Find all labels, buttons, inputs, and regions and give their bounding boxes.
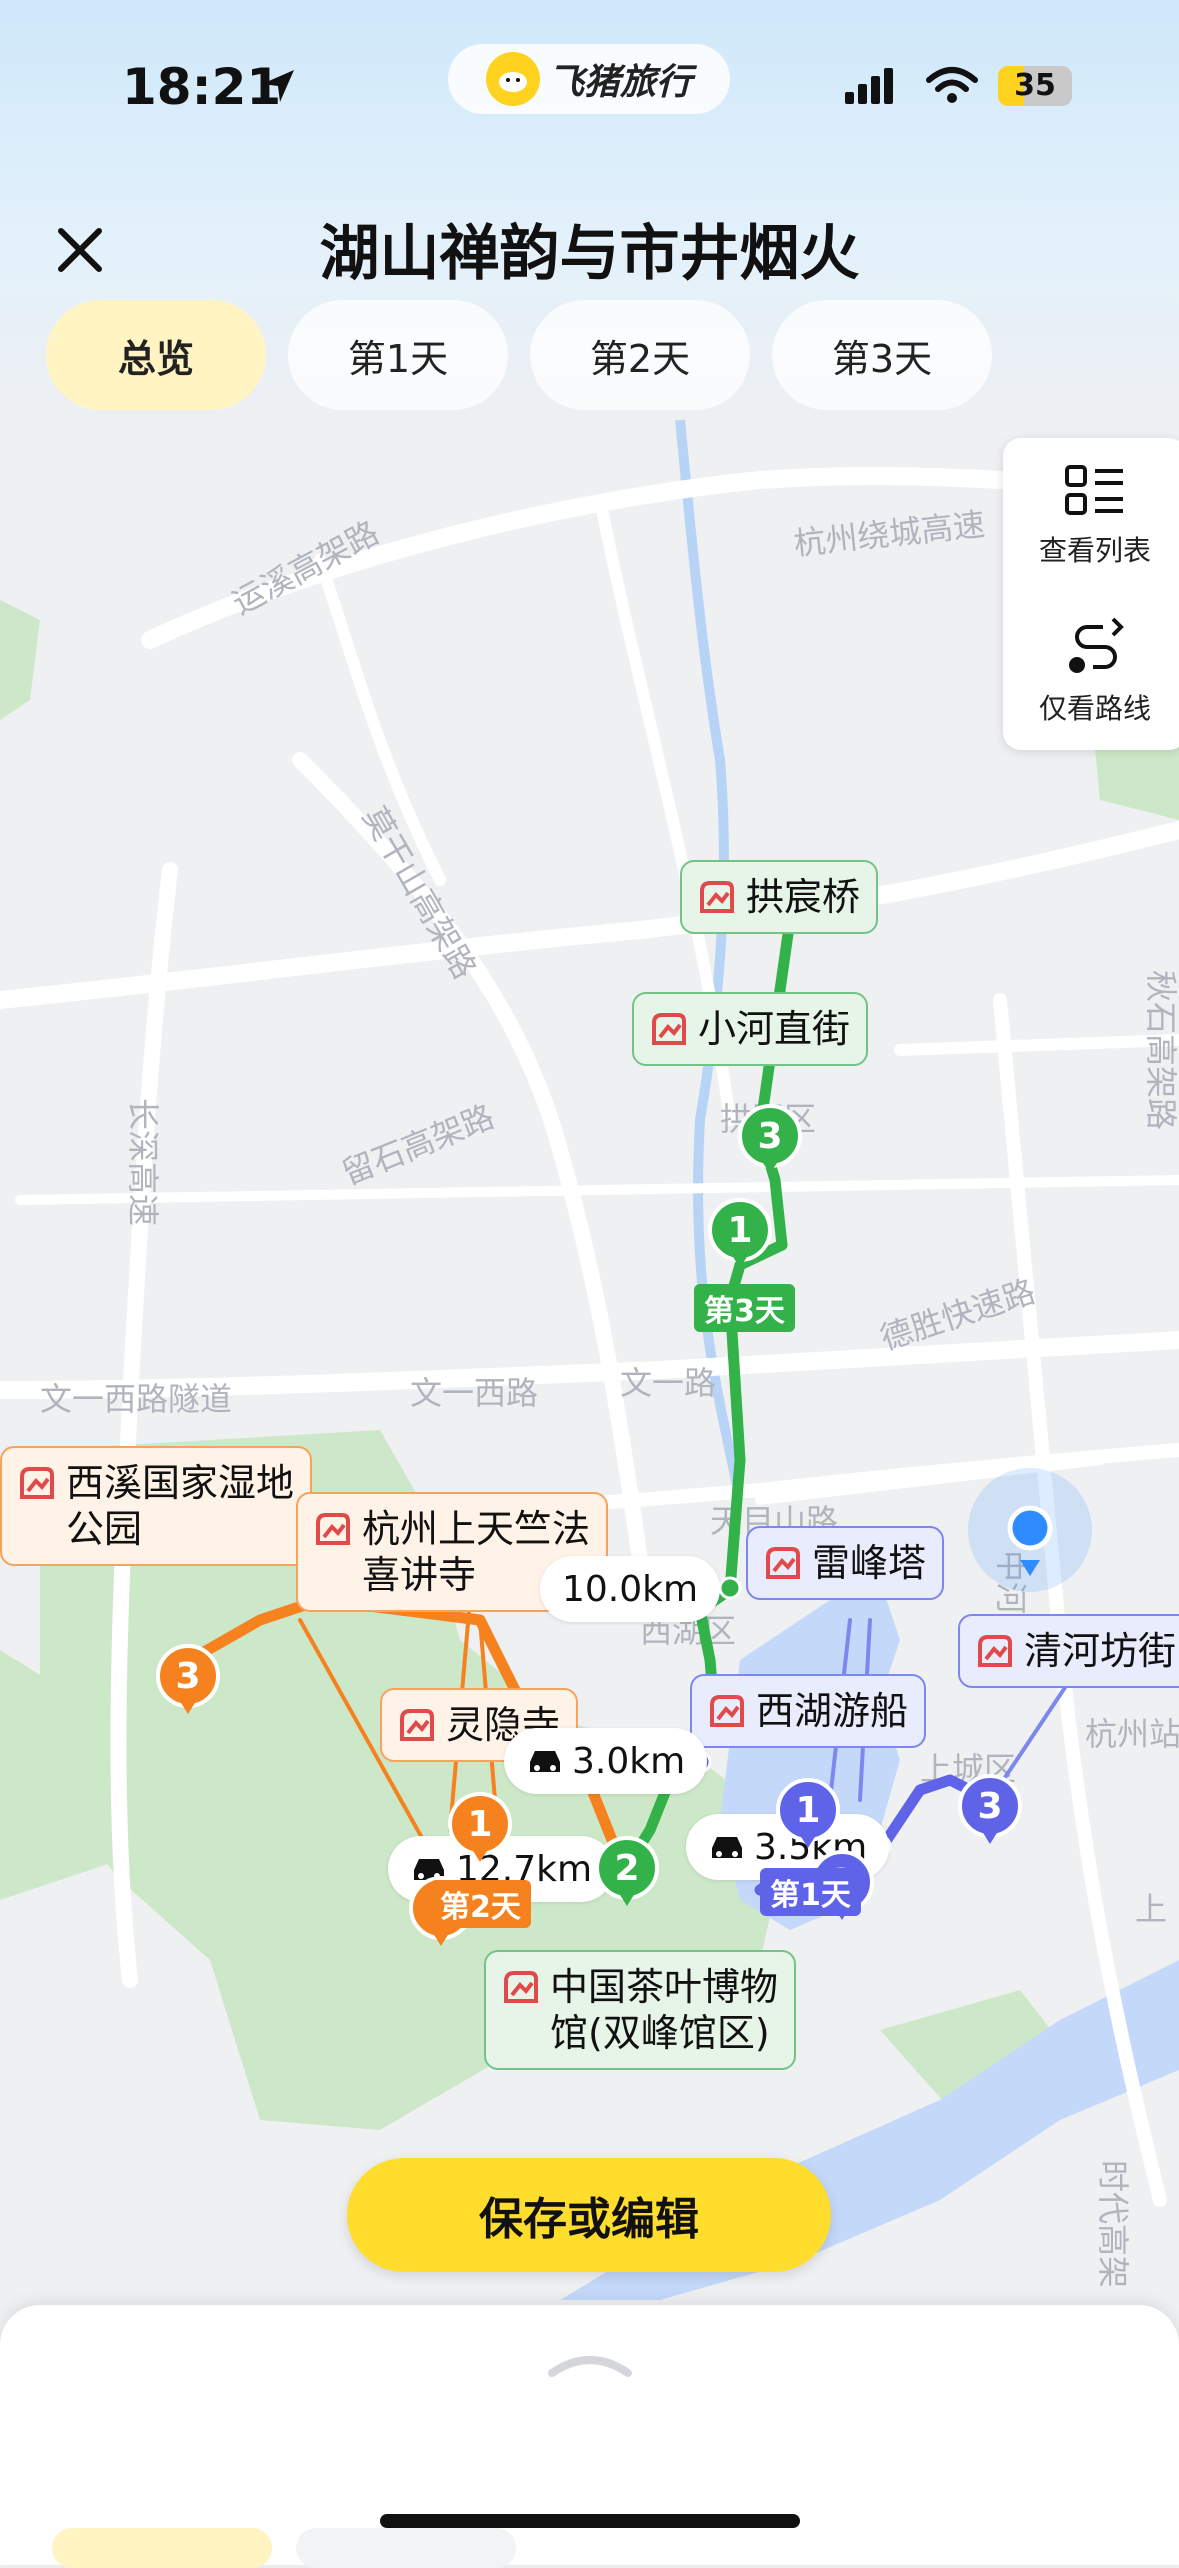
day-tabs: 总览 第1天 第2天 第3天 <box>46 300 992 410</box>
sheet-chip <box>296 2528 516 2568</box>
map-label-road5: 长深高速 <box>125 1098 161 1226</box>
route-only-button[interactable]: 仅看路线 <box>1003 594 1179 750</box>
map-label-road12: 秋石高架路 <box>1143 970 1179 1130</box>
scenic-spot-icon <box>766 1547 800 1579</box>
map-label-road9: 文一路 <box>620 1365 716 1401</box>
distance-badge: 10.0km <box>540 1556 721 1622</box>
brand-name: 飞猪旅行 <box>547 62 692 103</box>
tab-day-2[interactable]: 第2天 <box>530 300 750 410</box>
scenic-spot-icon <box>20 1467 54 1499</box>
tab-day-1[interactable]: 第1天 <box>288 300 508 410</box>
car-icon <box>712 1837 742 1858</box>
stop-marker-day1-3[interactable]: 3 <box>958 1774 1022 1852</box>
list-icon <box>1065 465 1123 515</box>
map-label-road2: 杭州绕城高速 <box>792 506 987 562</box>
tab-overview[interactable]: 总览 <box>46 300 266 410</box>
poi-label: 小河直街 <box>698 1007 851 1051</box>
day-tag-day2: 第2天 <box>430 1880 531 1928</box>
route-icon <box>1069 617 1124 673</box>
location-dot <box>1007 1505 1053 1551</box>
view-list-label: 查看列表 <box>1038 534 1151 567</box>
park-area-4 <box>0 600 40 720</box>
stop-marker-day1-1[interactable]: 1 <box>776 1778 840 1856</box>
view-list-button[interactable]: 查看列表 <box>1003 438 1179 594</box>
poi-label: 清河坊街 <box>1024 1629 1177 1673</box>
map-label-road7: 文一西路隧道 <box>40 1381 232 1417</box>
route-only-label: 仅看路线 <box>1038 692 1151 725</box>
poi-label: 拱宸桥 <box>746 875 861 919</box>
stop-marker-day2-1[interactable]: 1 <box>448 1792 512 1870</box>
poi-label: 西湖游船 <box>756 1689 909 1733</box>
poi-xihu-boat[interactable]: 西湖游船 <box>690 1674 927 1748</box>
distance-text: 10.0km <box>562 1568 699 1610</box>
stop-marker-day3-2[interactable]: 2 <box>595 1836 659 1914</box>
brand-pill: 飞猪旅行 <box>448 44 730 114</box>
car-icon <box>530 1751 560 1772</box>
wifi-icon <box>926 67 978 103</box>
poi-xixi-wetland[interactable]: 西溪国家湿地 公园 <box>0 1446 313 1566</box>
day-tag-day1: 第1天 <box>760 1868 861 1916</box>
poi-tea-museum[interactable]: 中国茶叶博物 馆(双峰馆区) <box>484 1950 797 2070</box>
fliggy-logo-icon <box>485 52 540 106</box>
map-label-road14: 上 <box>1135 1891 1167 1927</box>
save-or-edit-button[interactable]: 保存或编辑 <box>347 2158 831 2272</box>
distance-text: 3.0km <box>572 1740 686 1782</box>
battery-indicator: 35 <box>998 66 1072 106</box>
battery-percent: 35 <box>1014 68 1056 103</box>
poi-gongchenqiao[interactable]: 拱宸桥 <box>680 860 879 934</box>
home-indicator <box>380 2514 800 2528</box>
scenic-spot-icon <box>400 1709 434 1741</box>
stop-marker-day3-1[interactable]: 1 <box>708 1198 772 1276</box>
poi-qinghefang[interactable]: 清河坊街 <box>958 1614 1179 1688</box>
distance-badge: 3.0km <box>504 1728 708 1794</box>
map-label-district4: 杭州站 <box>1085 1716 1179 1752</box>
scenic-spot-icon <box>700 881 734 913</box>
tab-day-3[interactable]: 第3天 <box>772 300 992 410</box>
scenic-spot-icon <box>504 1971 538 2003</box>
chevron-up-icon[interactable] <box>546 2345 634 2379</box>
poi-leifengta[interactable]: 雷峰塔 <box>746 1526 945 1600</box>
location-services-icon <box>262 70 294 102</box>
poi-label: 雷峰塔 <box>812 1541 927 1585</box>
scenic-spot-icon <box>710 1695 744 1727</box>
page-title: 湖山禅韵与市井烟火 <box>319 219 860 289</box>
route-point <box>718 1576 742 1600</box>
map-label-road13: 时代高架 <box>1095 2160 1131 2288</box>
poi-label: 中国茶叶博物 馆(双峰馆区) <box>550 1965 779 2055</box>
scenic-spot-icon <box>316 1513 350 1545</box>
scenic-spot-icon <box>978 1635 1012 1667</box>
map-side-panel: 查看列表 仅看路线 <box>1003 438 1179 750</box>
poi-label: 西溪国家湿地 公园 <box>66 1461 295 1551</box>
signal-icon <box>845 68 893 104</box>
stop-marker-day2-3[interactable]: 3 <box>156 1644 220 1722</box>
scenic-spot-icon <box>652 1013 686 1045</box>
stop-marker-day3-3[interactable]: 3 <box>738 1104 802 1182</box>
sheet-chip <box>52 2528 272 2568</box>
day-tag-day3: 第3天 <box>694 1284 795 1332</box>
map-label-road4: 留石高架路 <box>337 1098 499 1191</box>
map-label-road8: 文一西路 <box>410 1375 538 1411</box>
poi-xiaohezhijie[interactable]: 小河直街 <box>632 992 869 1066</box>
